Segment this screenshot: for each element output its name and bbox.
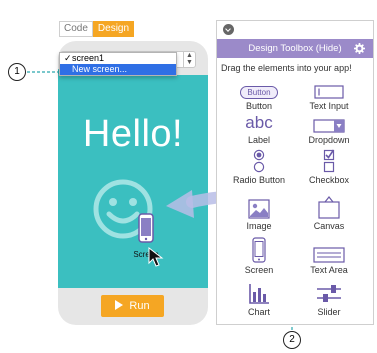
text-input-icon — [314, 85, 344, 99]
collapse-chevron-icon[interactable] — [223, 24, 234, 35]
text-area-icon — [313, 247, 345, 263]
button-pill-icon: Button — [240, 86, 278, 99]
callout-2: 2 — [283, 331, 301, 349]
screen-dropdown-menu: ✓screen1 New screen... — [59, 52, 177, 76]
app-lab-design-view: Code Design ▲ ▼ ✓screen1 New screen... He… — [0, 0, 377, 353]
tool-text-area[interactable]: Text Area — [299, 237, 359, 275]
play-icon — [115, 300, 124, 310]
tool-canvas[interactable]: Canvas — [299, 195, 359, 231]
run-button[interactable]: Run — [101, 295, 164, 317]
dropdown-icon — [313, 119, 345, 133]
toolbox-hint: Drag the elements into your app! — [221, 63, 352, 73]
dropdown-item-screen1[interactable]: ✓screen1 — [60, 53, 176, 64]
design-toolbox: Design Toolbox (Hide) Drag the elements … — [216, 20, 374, 325]
canvas-icon — [318, 196, 340, 219]
checkbox-icon — [323, 149, 335, 173]
slider-icon — [317, 285, 341, 302]
radio-button-icon — [253, 149, 265, 173]
label-abc-icon: abc — [245, 113, 273, 132]
tool-chart[interactable]: Chart — [229, 279, 289, 317]
dropdown-item-new-screen[interactable]: New screen... — [60, 64, 176, 75]
mouse-cursor-icon — [148, 247, 164, 267]
callout-1: 1 — [8, 63, 26, 81]
tool-screen[interactable]: Screen — [229, 237, 289, 275]
tool-text-input[interactable]: Text Input — [299, 77, 359, 111]
phone-screen-icon — [138, 213, 154, 243]
tool-checkbox[interactable]: Checkbox — [299, 147, 359, 185]
phone-screen-icon — [252, 237, 266, 263]
tool-label[interactable]: abc Label — [229, 111, 289, 145]
tool-button[interactable]: Button Button — [229, 77, 289, 111]
gear-icon[interactable] — [354, 43, 365, 54]
toolbox-header[interactable]: Design Toolbox (Hide) — [217, 39, 373, 58]
checkmark-icon: ✓ — [64, 53, 72, 63]
tool-image[interactable]: Image — [229, 195, 289, 231]
image-icon — [248, 199, 270, 219]
tool-radio-button[interactable]: Radio Button — [229, 147, 289, 185]
toolbox-top-bar — [217, 21, 373, 39]
tool-slider[interactable]: Slider — [299, 279, 359, 317]
chart-icon — [249, 284, 269, 304]
tool-dropdown[interactable]: Dropdown — [299, 111, 359, 145]
